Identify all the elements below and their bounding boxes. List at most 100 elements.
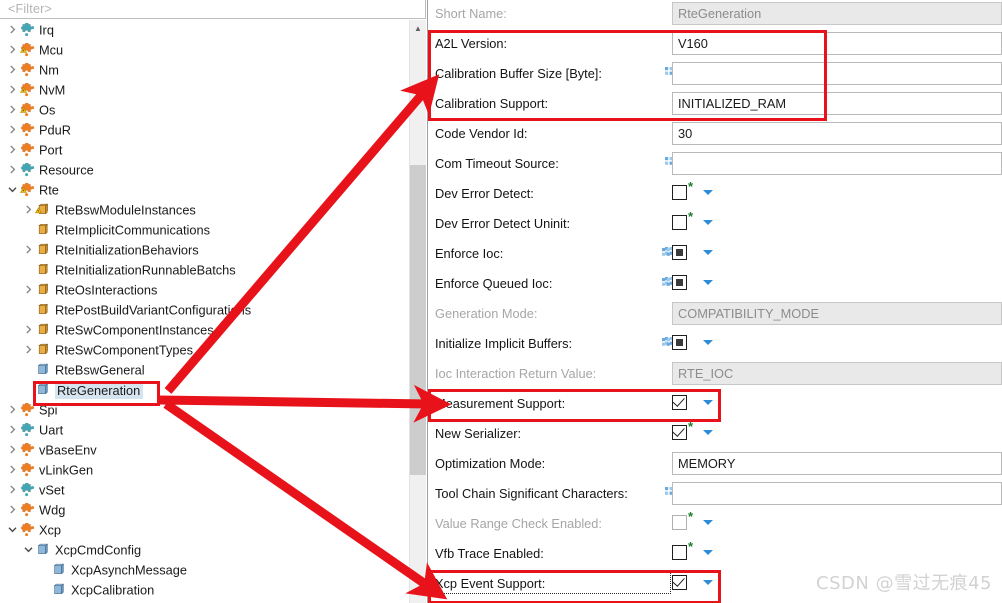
tree-item-label: RteBswGeneral [55,362,145,378]
tree-item-label: XcpCmdConfig [55,542,142,558]
tree-item-rtebswgeneral[interactable]: RteBswGeneral [0,360,404,380]
property-checkbox-measurement-support[interactable] [672,394,687,410]
default-value-asterisk-icon: * [688,209,694,224]
tree-scroll-area[interactable]: Irq Mcu Nm NvM Os PduR Port Resource Rte RteBswMo… [0,20,404,603]
chevron-right-icon[interactable] [22,241,35,261]
property-input-calibration-buffer-size-byte[interactable] [672,62,1002,85]
chevron-right-icon[interactable] [6,21,19,41]
tree-item-irq[interactable]: Irq [0,20,404,40]
tree-item-nm[interactable]: Nm [0,60,404,80]
property-checkbox-vfb-trace-enabled[interactable] [672,545,687,560]
property-input-a2l-version[interactable]: V160 [672,32,1002,55]
tree-item-rteswcomponentinstances[interactable]: RteSwComponentInstances [0,320,404,340]
property-input-code-vendor-id[interactable]: 30 [672,122,1002,145]
chevron-right-icon[interactable] [6,461,19,481]
tree-item-vbaseenv[interactable]: vBaseEnv [0,440,404,460]
property-checkbox-dev-error-detect[interactable] [672,185,687,200]
property-label-com-timeout-source: Com Timeout Source: [435,156,559,171]
chevron-down-icon[interactable] [703,520,713,525]
tree-item-vlinkgen[interactable]: vLinkGen [0,460,404,480]
chevron-down-icon[interactable] [6,521,19,541]
scrollbar-thumb[interactable] [410,165,426,475]
property-label-calibration-buffer-size-byte: Calibration Buffer Size [Byte]: [435,66,602,81]
chevron-right-icon[interactable] [6,101,19,121]
chevron-right-icon[interactable] [6,41,19,61]
tree-vertical-scrollbar[interactable]: ▲ [409,20,426,603]
chevron-right-icon[interactable] [6,141,19,161]
property-input-optimization-mode[interactable]: MEMORY [672,452,1002,475]
module-puzzle-orange-warning-icon [19,182,36,197]
tree-item-pdur[interactable]: PduR [0,120,404,140]
chevron-right-icon[interactable] [6,421,19,441]
chevron-down-icon[interactable] [703,550,713,555]
tree-item-label: Os [39,102,56,118]
chevron-right-icon[interactable] [6,501,19,521]
chevron-down-icon[interactable] [703,340,713,345]
variant-marker-icon [662,246,670,256]
property-checkbox-initialize-implicit-buffers[interactable] [672,335,687,350]
tree-item-label: Port [39,142,63,158]
tree-item-rteosinteractions[interactable]: RteOsInteractions [0,280,404,300]
chevron-right-icon[interactable] [6,81,19,101]
property-checkbox-xcp-event-support[interactable] [672,574,687,590]
tree-item-rtepostbuildvariantconfigurations[interactable]: RtePostBuildVariantConfigurations [0,300,404,320]
tree-item-xcp[interactable]: Xcp [0,520,404,540]
chevron-down-icon[interactable] [703,190,713,195]
tree-item-rte[interactable]: Rte [0,180,404,200]
tree-item-wdg[interactable]: Wdg [0,500,404,520]
tree-item-port[interactable]: Port [0,140,404,160]
filter-input[interactable]: <Filter> [0,0,426,19]
chevron-right-icon[interactable] [6,121,19,141]
tree-item-mcu[interactable]: Mcu [0,40,404,60]
property-checkbox-value-range-check-enabled[interactable] [672,515,687,530]
tree-item-xcpasynchmessage[interactable]: XcpAsynchMessage [0,560,404,580]
chevron-right-icon[interactable] [6,401,19,421]
chevron-down-icon[interactable] [703,220,713,225]
tree-item-xcpcmdconfig[interactable]: XcpCmdConfig [0,540,404,560]
tree-item-rtegeneration[interactable]: RteGeneration [0,380,404,400]
chevron-right-icon[interactable] [22,321,35,341]
tree-item-rteinitializationrunnablebatchs[interactable]: RteInitializationRunnableBatchs [0,260,404,280]
tree-item-spi[interactable]: Spi [0,400,404,420]
property-input-generation-mode: COMPATIBILITY_MODE [672,302,1002,325]
chevron-down-icon[interactable] [6,181,19,201]
chevron-right-icon[interactable] [6,481,19,501]
property-input-tool-chain-significant-characters[interactable] [672,482,1002,505]
property-input-calibration-support[interactable]: INITIALIZED_RAM [672,92,1002,115]
tree-item-os[interactable]: Os [0,100,404,120]
property-label-initialize-implicit-buffers: Initialize Implicit Buffers: [435,336,573,351]
chevron-up-icon[interactable]: ▲ [410,20,426,37]
chevron-right-icon[interactable] [22,201,35,221]
property-input-com-timeout-source[interactable] [672,152,1002,175]
tree-item-xcpcalibration[interactable]: XcpCalibration [0,580,404,600]
indeterminate-icon [675,248,683,256]
container-single-blue-icon [51,563,68,577]
property-row-short-name: Short Name: RteGeneration [429,0,1002,30]
property-checkbox-dev-error-detect-uninit[interactable] [672,215,687,230]
tree-item-rteswcomponenttypes[interactable]: RteSwComponentTypes [0,340,404,360]
module-puzzle-orange-icon [19,442,36,457]
property-checkbox-enforce-ioc[interactable] [672,245,687,260]
tree-item-uart[interactable]: Uart [0,420,404,440]
tree-item-vset[interactable]: vSet [0,480,404,500]
chevron-down-icon[interactable] [703,250,713,255]
tree-item-rteinitializationbehaviors[interactable]: RteInitializationBehaviors [0,240,404,260]
chevron-down-icon[interactable] [703,430,713,435]
tree-item-rteimplicitcommunications[interactable]: RteImplicitCommunications [0,220,404,240]
tree-item-nvm[interactable]: NvM [0,80,404,100]
chevron-right-icon[interactable] [22,281,35,301]
property-checkbox-enforce-queued-ioc[interactable] [672,275,687,290]
module-puzzle-orange-icon [19,462,36,477]
chevron-down-icon[interactable] [703,280,713,285]
tree-item-rtebswmoduleinstances[interactable]: RteBswModuleInstances [0,200,404,220]
tree-item-resource[interactable]: Resource [0,160,404,180]
chevron-right-icon[interactable] [22,341,35,361]
chevron-right-icon[interactable] [6,61,19,81]
property-checkbox-new-serializer[interactable] [672,424,687,440]
container-list-warning-icon [34,203,52,217]
chevron-right-icon[interactable] [6,161,19,181]
chevron-down-icon[interactable] [703,580,713,585]
chevron-down-icon[interactable] [703,400,713,405]
chevron-right-icon[interactable] [6,441,19,461]
chevron-down-icon[interactable] [22,541,35,561]
